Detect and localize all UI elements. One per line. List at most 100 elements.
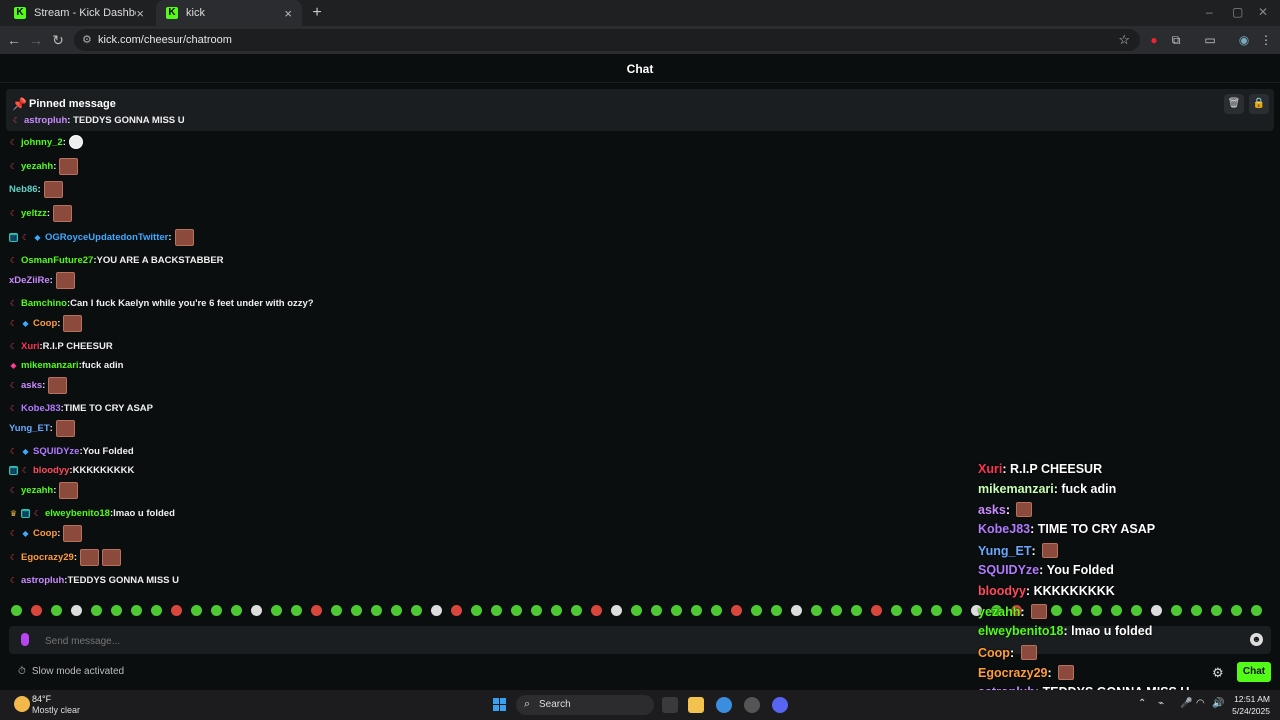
chat-username[interactable]: mikemanzari bbox=[21, 360, 79, 371]
quick-emote-icon[interactable] bbox=[411, 605, 422, 616]
mic-icon[interactable] bbox=[21, 633, 29, 646]
quick-emote-icon[interactable] bbox=[51, 605, 62, 616]
tab-kick[interactable]: K kick × bbox=[156, 0, 302, 26]
quick-emote-icon[interactable] bbox=[191, 605, 202, 616]
taskbar-search[interactable]: ⌕ Search bbox=[516, 695, 654, 715]
discord-icon[interactable] bbox=[772, 697, 788, 713]
quick-emote-icon[interactable] bbox=[211, 605, 222, 616]
chat-username[interactable]: yezahh bbox=[21, 161, 53, 172]
address-bar[interactable]: ⚙ kick.com/cheesur/chatroom ☆ bbox=[74, 29, 1140, 51]
chat-username[interactable]: OsmanFuture27 bbox=[21, 255, 93, 266]
extension-icon[interactable]: ● bbox=[1146, 32, 1162, 48]
quick-emote-icon[interactable] bbox=[511, 605, 522, 616]
quick-emote-icon[interactable] bbox=[491, 605, 502, 616]
quick-emote-icon[interactable] bbox=[71, 605, 82, 616]
close-tab-icon[interactable]: × bbox=[136, 6, 144, 21]
quick-emote-icon[interactable] bbox=[431, 605, 442, 616]
taskbar-clock[interactable]: 12:51 AM 5/24/2025 bbox=[1228, 693, 1270, 717]
chat-username[interactable]: Coop bbox=[33, 528, 57, 539]
chat-username[interactable]: Coop bbox=[33, 318, 57, 329]
chat-username[interactable]: Neb86 bbox=[9, 184, 38, 195]
tray-chevron-icon[interactable]: ⌃ bbox=[1138, 698, 1146, 709]
lock-pin-button[interactable]: 🔒 bbox=[1249, 94, 1269, 114]
quick-emote-icon[interactable] bbox=[691, 605, 702, 616]
quick-emote-icon[interactable] bbox=[831, 605, 842, 616]
chat-username[interactable]: xDeZiiRe bbox=[9, 275, 50, 286]
quick-emote-icon[interactable] bbox=[1091, 605, 1102, 616]
sidebar-icon[interactable]: ▭ bbox=[1202, 32, 1218, 48]
maximize-icon[interactable]: ▢ bbox=[1232, 5, 1243, 19]
quick-emote-icon[interactable] bbox=[791, 605, 802, 616]
chat-username[interactable]: astropluh bbox=[21, 575, 64, 586]
chat-username[interactable]: johnny_2 bbox=[21, 137, 63, 148]
chat-username[interactable]: Xuri bbox=[21, 341, 39, 352]
quick-emote-icon[interactable] bbox=[1251, 605, 1262, 616]
quick-emote-icon[interactable] bbox=[1131, 605, 1142, 616]
quick-emote-icon[interactable] bbox=[311, 605, 322, 616]
browser-menu-icon[interactable]: ⋮ bbox=[1258, 32, 1274, 48]
quick-emote-icon[interactable] bbox=[1231, 605, 1242, 616]
profile-avatar-icon[interactable]: ◉ bbox=[1236, 32, 1252, 48]
quick-emote-icon[interactable] bbox=[771, 605, 782, 616]
chat-username[interactable]: asks bbox=[21, 380, 42, 391]
task-view-icon[interactable] bbox=[662, 697, 678, 713]
tray-wifi-icon[interactable]: ◠ bbox=[1196, 698, 1205, 709]
chat-username[interactable]: yeltzz bbox=[21, 208, 47, 219]
close-tab-icon[interactable]: × bbox=[284, 6, 292, 21]
quick-emote-icon[interactable] bbox=[1171, 605, 1182, 616]
quick-emote-icon[interactable] bbox=[1191, 605, 1202, 616]
pinned-username[interactable]: astropluh bbox=[24, 115, 67, 126]
quick-emote-icon[interactable] bbox=[251, 605, 262, 616]
quick-emote-icon[interactable] bbox=[1051, 605, 1062, 616]
chrome-icon[interactable] bbox=[716, 697, 732, 713]
quick-emote-icon[interactable] bbox=[651, 605, 662, 616]
chat-settings-gear-icon[interactable]: ⚙ bbox=[1212, 665, 1224, 681]
quick-emote-icon[interactable] bbox=[591, 605, 602, 616]
quick-emote-icon[interactable] bbox=[531, 605, 542, 616]
tray-volume-icon[interactable]: 🔊 bbox=[1212, 698, 1224, 709]
chat-username[interactable]: Egocrazy29 bbox=[21, 552, 74, 563]
quick-emote-icon[interactable] bbox=[451, 605, 462, 616]
quick-emote-icon[interactable] bbox=[551, 605, 562, 616]
chat-username[interactable]: KobeJ83 bbox=[21, 403, 61, 414]
chat-username[interactable]: Bamchino bbox=[21, 298, 67, 309]
quick-emote-icon[interactable] bbox=[91, 605, 102, 616]
extensions-puzzle-icon[interactable]: ⧉ bbox=[1168, 32, 1184, 48]
quick-emote-icon[interactable] bbox=[331, 605, 342, 616]
chat-username[interactable]: bloodyy bbox=[33, 465, 69, 476]
chat-username[interactable]: Yung_ET bbox=[9, 423, 50, 434]
quick-emote-icon[interactable] bbox=[671, 605, 682, 616]
chat-username[interactable]: SQUIDYze bbox=[33, 446, 79, 457]
minimize-icon[interactable]: – bbox=[1206, 5, 1213, 19]
delete-pin-button[interactable]: 🗑 bbox=[1224, 94, 1244, 114]
file-explorer-icon[interactable] bbox=[688, 697, 704, 713]
quick-emote-icon[interactable] bbox=[871, 605, 882, 616]
close-window-icon[interactable]: ✕ bbox=[1258, 5, 1268, 19]
quick-emote-icon[interactable] bbox=[351, 605, 362, 616]
quick-emote-icon[interactable] bbox=[151, 605, 162, 616]
quick-emote-icon[interactable] bbox=[811, 605, 822, 616]
bookmark-star-icon[interactable]: ☆ bbox=[1118, 32, 1130, 48]
chat-username[interactable]: elweybenito18 bbox=[45, 508, 110, 519]
chat-username[interactable]: OGRoyceUpdatedonTwitter bbox=[45, 232, 168, 243]
quick-emote-icon[interactable] bbox=[291, 605, 302, 616]
quick-emote-icon[interactable] bbox=[631, 605, 642, 616]
obs-icon[interactable] bbox=[744, 697, 760, 713]
quick-emote-icon[interactable] bbox=[231, 605, 242, 616]
back-icon[interactable]: ← bbox=[6, 32, 22, 48]
quick-emote-icon[interactable] bbox=[111, 605, 122, 616]
quick-emote-icon[interactable] bbox=[611, 605, 622, 616]
quick-emote-icon[interactable] bbox=[391, 605, 402, 616]
new-tab-button[interactable]: + bbox=[308, 4, 326, 22]
emoji-picker-icon[interactable]: ☻ bbox=[1250, 633, 1263, 646]
tray-mic-icon[interactable]: 🎤 bbox=[1180, 698, 1192, 709]
quick-emote-icon[interactable] bbox=[471, 605, 482, 616]
quick-emote-icon[interactable] bbox=[1111, 605, 1122, 616]
quick-emote-icon[interactable] bbox=[131, 605, 142, 616]
windows-start-icon[interactable] bbox=[493, 698, 507, 712]
quick-emote-icon[interactable] bbox=[1151, 605, 1162, 616]
quick-emote-icon[interactable] bbox=[711, 605, 722, 616]
quick-emote-icon[interactable] bbox=[951, 605, 962, 616]
chat-username[interactable]: yezahh bbox=[21, 485, 53, 496]
tab-kick-dashboard[interactable]: K Stream - Kick Dashboard × bbox=[4, 0, 154, 26]
